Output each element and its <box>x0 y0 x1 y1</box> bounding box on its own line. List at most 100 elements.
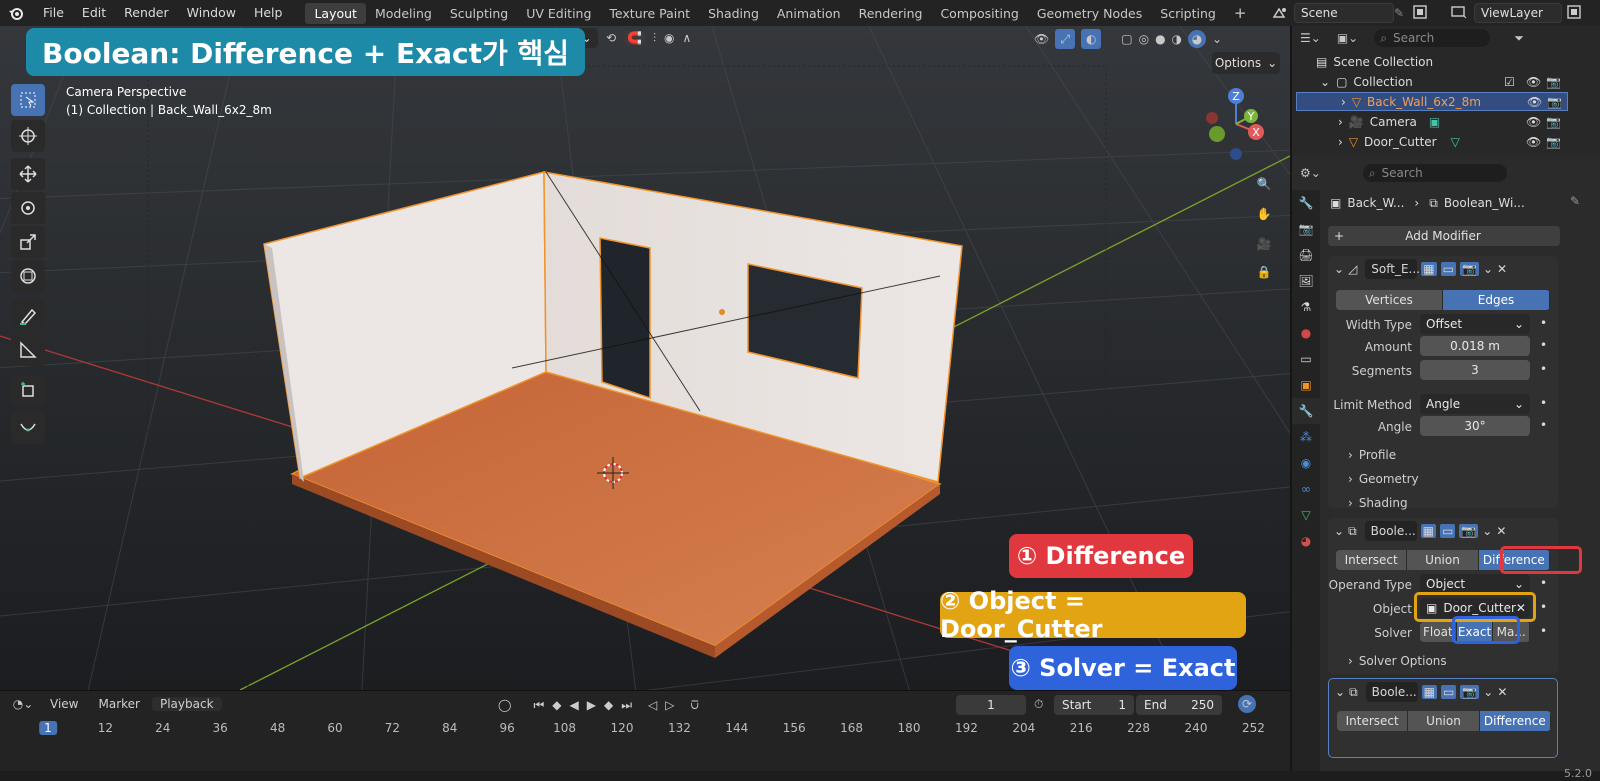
edit-mode-icon[interactable]: ▦ <box>1421 262 1437 276</box>
xray-icon[interactable]: ▢ <box>1121 32 1132 46</box>
boolean-name-field[interactable]: Boole... <box>1364 521 1417 541</box>
next-frame-icon[interactable]: ▷ <box>665 698 674 712</box>
rendered-shading-icon[interactable]: ◕ <box>1188 30 1207 48</box>
tab-material[interactable]: ◕ <box>1292 528 1320 554</box>
tab-collection[interactable]: ▭ <box>1292 346 1320 372</box>
snap-tools[interactable]: ⟲ 🧲 ⫶ ◉ ∧ <box>606 28 746 48</box>
solver-options-subpanel[interactable]: › Solver Options <box>1348 654 1447 668</box>
overlays-icon[interactable]: ◐ <box>1081 29 1102 49</box>
jump-end-icon[interactable]: ⏭ <box>621 698 632 713</box>
frame-ruler[interactable]: 1 12 24 36 48 60 72 84 96 108 120 132 144 156 168 180 19… <box>0 719 1290 739</box>
animate-dot-icon[interactable]: • <box>1540 316 1547 330</box>
tab-scene[interactable]: ⚗ <box>1292 294 1320 320</box>
tab-modeling[interactable]: Modeling <box>366 3 441 24</box>
tab-uv-editing[interactable]: UV Editing <box>517 3 600 24</box>
boolean2-name-field[interactable]: Boole... <box>1365 682 1418 702</box>
pin-icon[interactable]: ✎ <box>1570 194 1580 208</box>
wireframe-shading-icon[interactable]: ◎ <box>1139 32 1149 46</box>
width-type-dropdown[interactable]: Offset ⌄ <box>1420 314 1530 334</box>
eye-icon[interactable]: 👁 <box>1527 95 1542 109</box>
tab-object[interactable]: ▣ <box>1292 372 1320 398</box>
proportional-icon[interactable]: ◉ <box>664 31 674 45</box>
add-modifier-button[interactable]: + Add Modifier <box>1328 226 1560 246</box>
segments-field[interactable]: 3 <box>1420 360 1530 380</box>
animate-dot-icon[interactable]: • <box>1540 576 1547 590</box>
properties-editor-icon[interactable]: ⚙⌄ <box>1300 166 1321 180</box>
play-icon[interactable]: ▶ <box>587 698 596 712</box>
view-layer-selector[interactable]: ViewLayer <box>1474 3 1562 23</box>
affect-edges[interactable]: Edges <box>1443 290 1550 310</box>
material-shading-icon[interactable]: ◑ <box>1172 32 1182 46</box>
outliner-row-back-wall[interactable]: › ▽ Back_Wall_6x2_8m 👁 📷 <box>1296 92 1568 111</box>
limit-method-dropdown[interactable]: Angle ⌄ <box>1420 394 1530 414</box>
scene-selector[interactable]: Scene <box>1294 3 1394 23</box>
animate-dot-icon[interactable]: • <box>1540 362 1547 376</box>
angle-field[interactable]: 30° <box>1420 416 1530 436</box>
end-frame-field[interactable]: End 250 <box>1136 695 1222 715</box>
op2-union[interactable]: Union <box>1408 711 1480 731</box>
select-tool[interactable] <box>11 84 45 116</box>
animate-dot-icon[interactable]: • <box>1540 338 1547 352</box>
tab-output[interactable]: 🖨 <box>1292 242 1320 268</box>
tab-sculpting[interactable]: Sculpting <box>441 3 517 24</box>
transform-tool[interactable] <box>11 260 45 292</box>
solid-shading-icon[interactable]: ● <box>1155 32 1165 46</box>
stopwatch-icon[interactable]: ⏱ <box>1034 697 1043 712</box>
new-view-layer-icon[interactable] <box>1566 4 1582 20</box>
op2-intersect[interactable]: Intersect <box>1337 711 1409 731</box>
menu-render[interactable]: Render <box>115 0 178 26</box>
options-dropdown[interactable]: Options ⌄ <box>1212 52 1280 74</box>
tab-animation[interactable]: Animation <box>768 3 850 24</box>
eye-icon[interactable]: 👁 <box>1526 75 1541 89</box>
tab-world[interactable]: ● <box>1292 320 1320 346</box>
op-intersect[interactable]: Intersect <box>1336 550 1408 570</box>
op-union[interactable]: Union <box>1407 550 1479 570</box>
timeline-marker-menu[interactable]: Marker <box>90 697 147 711</box>
blender-logo-icon[interactable] <box>4 5 28 21</box>
tab-geometry-nodes[interactable]: Geometry Nodes <box>1028 3 1151 24</box>
tab-scripting[interactable]: Scripting <box>1151 3 1225 24</box>
tab-shading[interactable]: Shading <box>699 3 768 24</box>
collapse-icon[interactable]: ⌄ <box>1335 685 1345 699</box>
rotate-tool[interactable] <box>11 192 45 224</box>
filter-icon[interactable]: ⏷ <box>1514 31 1524 46</box>
tab-physics[interactable]: ◉ <box>1292 450 1320 476</box>
current-frame-field[interactable]: 1 <box>956 695 1026 715</box>
animate-dot-icon[interactable]: • <box>1540 624 1547 638</box>
dropdown-icon[interactable]: ⌄ <box>1483 685 1493 699</box>
annotate-tool[interactable] <box>11 300 45 332</box>
dropdown-icon[interactable]: ⌄ <box>1482 524 1492 538</box>
collapse-icon[interactable]: ⌄ <box>1334 524 1344 538</box>
snap-target-icon[interactable]: ⫶ <box>653 31 656 46</box>
lock-camera-button[interactable]: 🔒 <box>1252 260 1276 284</box>
eye-icon[interactable]: 👁 <box>1526 115 1541 129</box>
edge-slide-tool[interactable] <box>11 412 45 444</box>
viewport-display-icon[interactable]: ▭ <box>1440 262 1456 276</box>
tab-data[interactable]: ▽ <box>1292 502 1320 528</box>
view-layer-icon[interactable] <box>1450 4 1468 20</box>
operand-type-dropdown[interactable]: Object ⌄ <box>1420 574 1530 594</box>
add-cube-tool[interactable] <box>11 374 45 406</box>
auto-key-icon[interactable]: ⩂ <box>690 698 698 713</box>
checkbox-icon[interactable]: ☑ <box>1504 75 1515 89</box>
delete-modifier-icon[interactable]: ✕ <box>1497 262 1507 276</box>
tab-particles[interactable]: ⁂ <box>1292 424 1320 450</box>
measure-tool[interactable] <box>11 334 45 366</box>
scale-tool[interactable] <box>11 226 45 258</box>
render-toggle-icon[interactable]: 📷 <box>1459 524 1479 538</box>
outliner-row-scene-collection[interactable]: ▤ Scene Collection <box>1292 52 1568 71</box>
menu-window[interactable]: Window <box>178 0 245 26</box>
menu-help[interactable]: Help <box>245 0 292 26</box>
timeline-view-menu[interactable]: View <box>42 697 86 711</box>
animate-dot-icon[interactable]: • <box>1540 418 1547 432</box>
edit-mode-icon[interactable]: ▦ <box>1420 524 1436 538</box>
render-toggle-icon[interactable]: 📷 <box>1459 262 1479 276</box>
render-icon[interactable]: 📷 <box>1547 95 1562 109</box>
prev-frame-icon[interactable]: ◁ <box>648 698 657 712</box>
amount-field[interactable]: 0.018 m <box>1420 336 1530 356</box>
shading-subpanel[interactable]: › Shading <box>1348 496 1408 510</box>
scene-icon[interactable] <box>1272 5 1288 21</box>
animate-dot-icon[interactable]: • <box>1540 396 1547 410</box>
pin-scene-icon[interactable]: ✎ <box>1394 6 1404 20</box>
tab-rendering[interactable]: Rendering <box>850 3 932 24</box>
